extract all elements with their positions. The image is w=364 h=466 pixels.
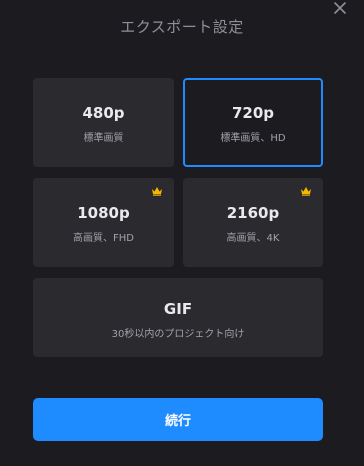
dialog-title: エクスポート設定	[120, 18, 244, 36]
option-resolution: 1080p	[77, 204, 130, 222]
option-resolution: 480p	[82, 104, 125, 122]
option-resolution: 720p	[231, 104, 275, 122]
continue-button[interactable]: 続行	[33, 398, 323, 441]
option-description: 30秒以内のプロジェクト向け	[111, 329, 245, 340]
option-description: 高画質、FHD	[73, 233, 134, 244]
option-description: 高画質、4K	[226, 233, 280, 244]
option-description: 標準画質、HD	[220, 133, 286, 144]
option-1080p[interactable]: 1080p 高画質、FHD	[33, 178, 174, 267]
option-480p[interactable]: 480p 標準画質	[33, 78, 174, 167]
option-gif[interactable]: GIF 30秒以内のプロジェクト向け	[33, 278, 323, 357]
option-description: 標準画質	[83, 133, 124, 144]
crown-icon	[151, 186, 163, 196]
option-2160p[interactable]: 2160p 高画質、4K	[183, 178, 323, 267]
option-resolution: 2160p	[226, 204, 280, 222]
close-icon[interactable]	[332, 0, 348, 16]
option-resolution: GIF	[163, 300, 193, 318]
crown-icon	[300, 186, 312, 196]
option-720p[interactable]: 720p 標準画質、HD	[183, 78, 323, 167]
export-settings-dialog: エクスポート設定 480p 標準画質 720p 標準画質、HD 1080p 高画…	[0, 0, 364, 466]
